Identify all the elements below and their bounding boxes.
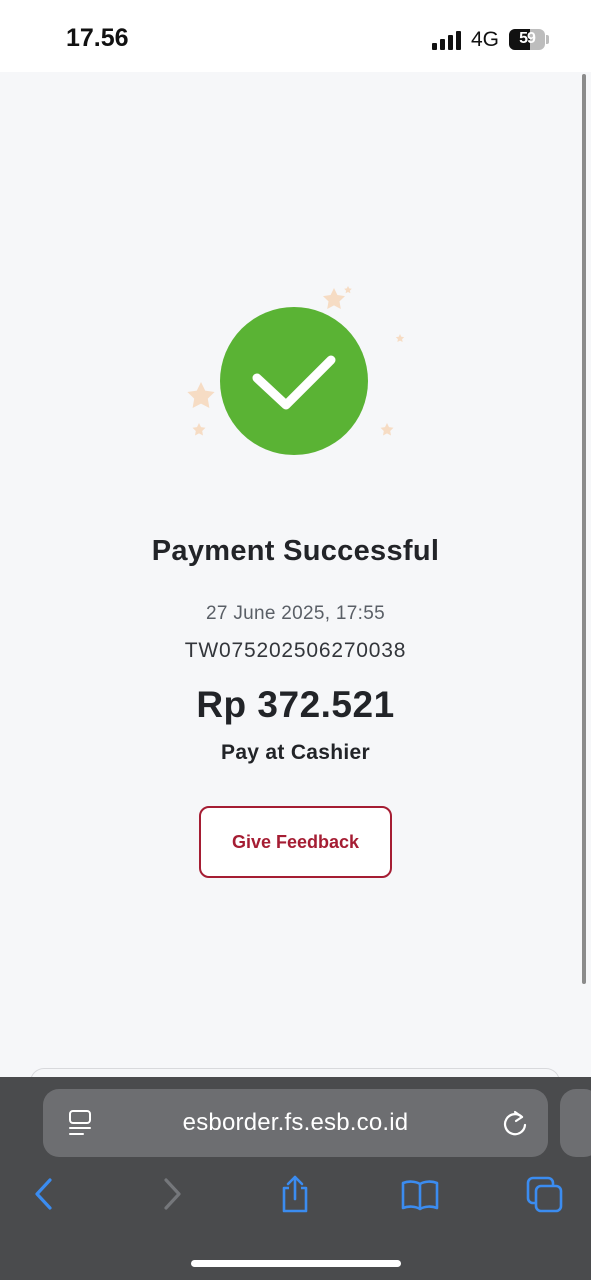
url-text[interactable]: esborder.fs.esb.co.id: [43, 1109, 548, 1137]
book-icon: [401, 1180, 439, 1211]
tabs-button[interactable]: [525, 1174, 565, 1214]
order-id: TW075202506270038: [184, 639, 407, 662]
chevron-left-icon: [35, 1178, 52, 1210]
status-bar: 17.56 4G 59: [0, 0, 591, 72]
forward-button[interactable]: [152, 1174, 192, 1214]
bookmarks-button[interactable]: [400, 1174, 440, 1214]
cellular-signal-icon: [432, 31, 461, 50]
address-bar[interactable]: esborder.fs.esb.co.id: [43, 1089, 548, 1157]
home-indicator: [191, 1260, 401, 1267]
payment-result-page: [0, 72, 591, 1077]
tabs-icon: [526, 1176, 563, 1213]
status-time: 17.56: [66, 24, 129, 52]
next-tab-peek[interactable]: [560, 1089, 591, 1157]
payment-method: Pay at Cashier: [221, 741, 370, 764]
reload-icon[interactable]: [501, 1108, 529, 1138]
success-check-icon: [220, 307, 368, 455]
battery-icon: 59: [509, 29, 545, 50]
back-button[interactable]: [24, 1174, 64, 1214]
chevron-right-icon: [164, 1178, 181, 1210]
payment-date: 27 June 2025, 17:55: [206, 603, 385, 624]
battery-percentage: 59: [519, 30, 536, 47]
scrollbar[interactable]: [582, 74, 586, 984]
give-feedback-button[interactable]: Give Feedback: [199, 806, 392, 878]
payment-amount: Rp 372.521: [196, 684, 395, 725]
network-type: 4G: [471, 28, 500, 51]
share-icon: [282, 1175, 308, 1213]
payment-status-title: Payment Successful: [151, 535, 440, 567]
battery-cap: [546, 35, 549, 44]
share-button[interactable]: [275, 1174, 315, 1214]
